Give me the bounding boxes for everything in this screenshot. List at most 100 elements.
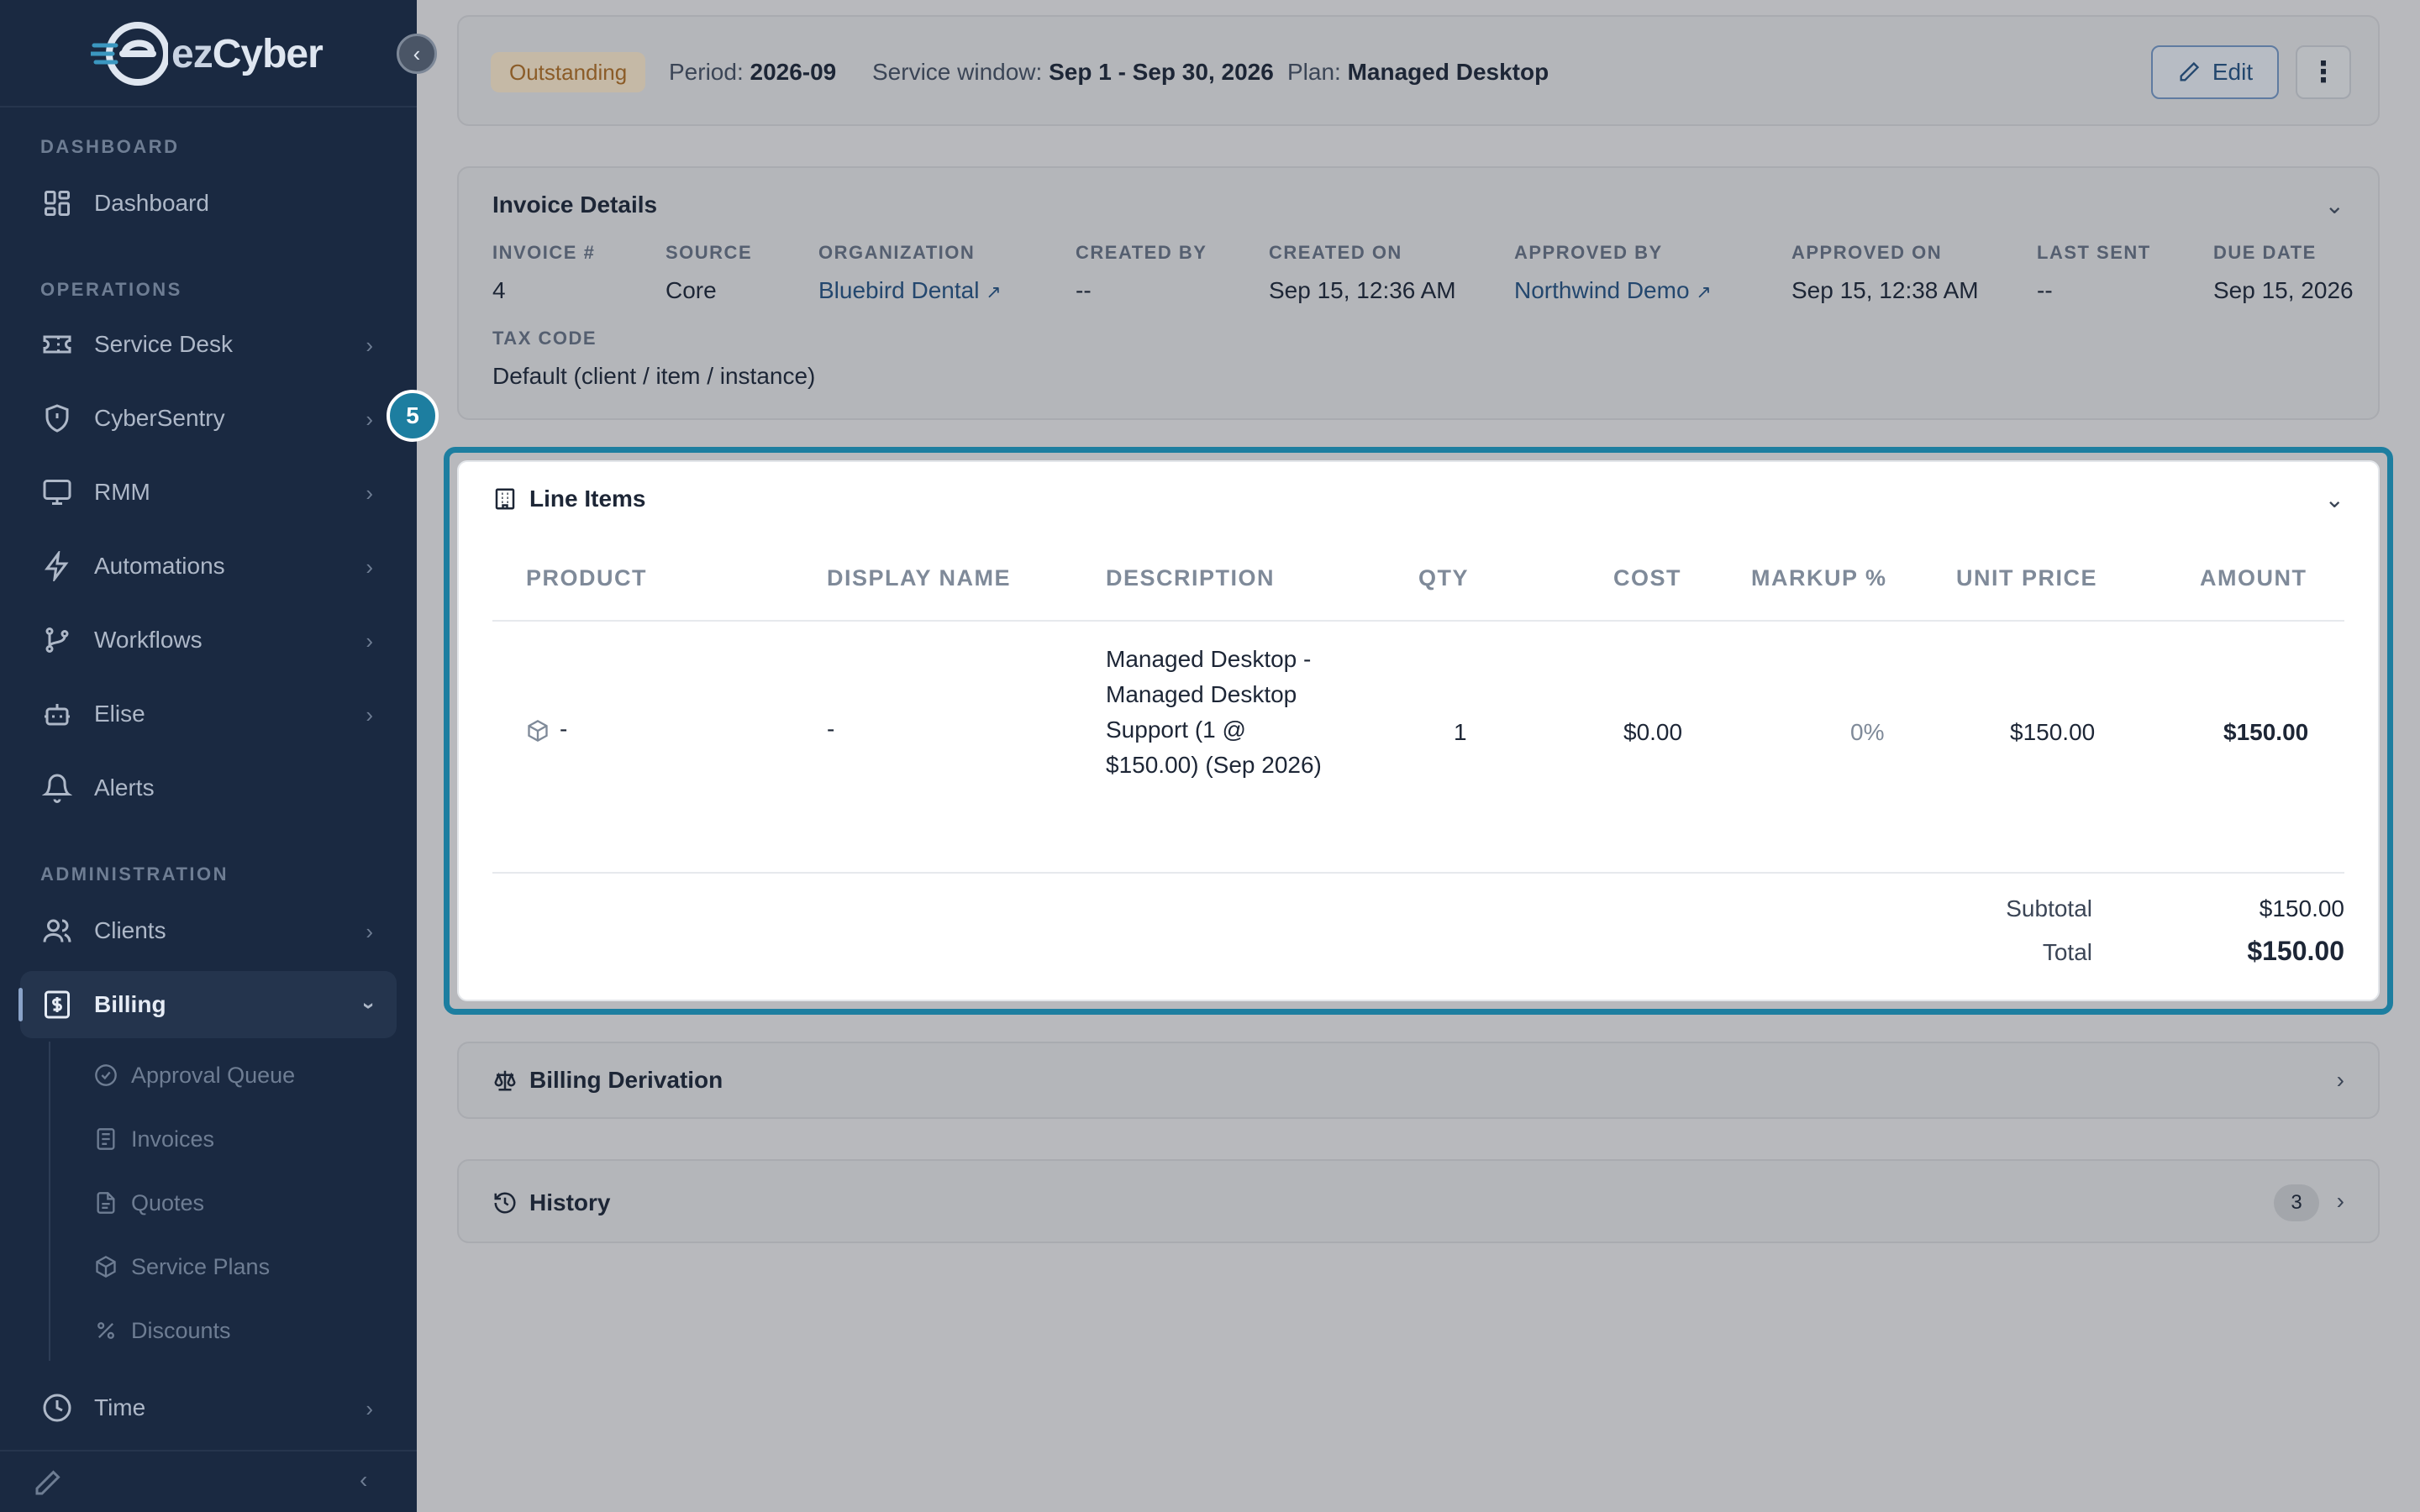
invoice-status-bar: Outstanding Period: 2026-09 Service wind… <box>457 15 2380 126</box>
sidebar-subitem-label: Quotes <box>131 1189 205 1215</box>
column-header-amount[interactable]: AMOUNT <box>2200 565 2307 591</box>
check-circle-icon <box>94 1063 118 1087</box>
logo-row: ezCyber <box>0 0 417 108</box>
sidebar-item-cybersentry[interactable]: CyberSentry › <box>20 385 397 452</box>
sidebar-subitem-label: Discounts <box>131 1317 231 1343</box>
chevron-right-icon: › <box>366 554 373 580</box>
users-icon <box>40 914 74 948</box>
clock-icon <box>40 1391 74 1425</box>
field-due-date: DUE DATE Sep 15, 2026 <box>2213 242 2354 303</box>
cell-markup: 0% <box>1850 719 1885 745</box>
sidebar-item-billing[interactable]: Billing › <box>18 971 397 1038</box>
service-window-meta: Service window: Sep 1 - Sep 30, 2026 <box>872 59 1274 85</box>
subtotal-value: $150.00 <box>2259 895 2344 921</box>
history-title: History <box>492 1189 610 1216</box>
field-source: SOURCE Core <box>666 242 753 303</box>
field-approved-on: APPROVED ON Sep 15, 12:38 AM <box>1791 242 1979 303</box>
column-header-description[interactable]: DESCRIPTION <box>1106 565 1275 591</box>
chevron-left-icon: ‹ <box>413 40 421 66</box>
section-label-dashboard: DASHBOARD <box>40 136 180 157</box>
chevron-down-icon[interactable]: ⌄ <box>2325 486 2344 513</box>
section-label-operations: OPERATIONS <box>40 279 182 300</box>
sidebar-footer: ‹ <box>0 1450 417 1512</box>
column-header-unit-price[interactable]: UNIT PRICE <box>1956 565 2097 591</box>
receipt-dollar-icon <box>40 988 74 1021</box>
plan-meta: Plan: Managed Desktop <box>1287 59 1549 85</box>
sidebar-subitem-label: Approval Queue <box>131 1062 296 1088</box>
sidebar-item-elise[interactable]: Elise › <box>20 680 397 748</box>
history-count-badge: 3 <box>2274 1184 2319 1221</box>
sidebar-item-service-desk[interactable]: Service Desk › <box>20 311 397 378</box>
pencil-icon <box>2180 61 2200 81</box>
sidebar-item-label: Clients <box>94 917 166 943</box>
invoice-details-card: Invoice Details ⌄ INVOICE #4 SOURCE Core … <box>457 166 2380 420</box>
status-badge: Outstanding <box>491 52 646 92</box>
collapse-sidebar-icon[interactable]: ‹ <box>360 1467 367 1494</box>
column-header-qty[interactable]: QTY <box>1418 565 1469 591</box>
chevron-right-icon: › <box>366 919 373 944</box>
pencil-icon[interactable] <box>32 1468 62 1499</box>
cell-qty: 1 <box>1454 719 1467 745</box>
sidebar-item-label: RMM <box>94 479 150 505</box>
chevron-right-icon: › <box>366 407 373 432</box>
grid-icon <box>40 186 74 220</box>
chevron-right-icon: › <box>366 702 373 727</box>
sidebar-item-rmm[interactable]: RMM › <box>20 459 397 526</box>
sidebar-item-label: Elise <box>94 701 145 727</box>
sidebar-item-label: Time <box>94 1394 146 1420</box>
edit-button[interactable]: Edit <box>2151 45 2279 99</box>
cell-cost: $0.00 <box>1623 719 1683 745</box>
sidebar-item-alerts[interactable]: Alerts <box>20 754 397 822</box>
git-branch-icon <box>40 623 74 657</box>
sidebar-subitem-quotes[interactable]: Quotes <box>94 1178 204 1228</box>
period-meta: Period: 2026-09 <box>669 59 837 85</box>
sidebar-item-label: Dashboard <box>94 190 209 216</box>
total-value: $150.00 <box>2247 936 2344 966</box>
invoice-details-title[interactable]: Invoice Details <box>492 192 657 218</box>
sidebar-subitem-invoices[interactable]: Invoices <box>94 1114 214 1164</box>
brand-name: ezCyber <box>171 31 324 76</box>
line-items-title[interactable]: Line Items <box>492 486 645 512</box>
sidebar-item-label: Workflows <box>94 627 203 653</box>
column-header-cost[interactable]: COST <box>1613 565 1681 591</box>
organization-link[interactable]: Bluebird Dental ↗ <box>818 277 1002 304</box>
sidebar-item-clients[interactable]: Clients › <box>20 897 397 964</box>
sidebar-subitem-service-plans[interactable]: Service Plans <box>94 1242 270 1292</box>
billing-derivation-card[interactable]: Billing Derivation › <box>457 1042 2380 1119</box>
history-icon <box>494 1192 516 1214</box>
sidebar-subitem-label: Service Plans <box>131 1253 271 1279</box>
field-created-by: CREATED BY -- <box>1076 242 1207 303</box>
history-card[interactable]: History 3 › <box>457 1159 2380 1243</box>
chevron-right-icon: › <box>366 480 373 506</box>
sidebar-collapse-button[interactable]: ‹ <box>397 34 437 74</box>
chevron-right-icon: › <box>366 1396 373 1421</box>
field-invoice-number: INVOICE #4 <box>492 242 596 303</box>
brand-logo[interactable]: ezCyber <box>88 20 324 87</box>
sidebar-item-label: Alerts <box>94 774 155 801</box>
sidebar-item-automations[interactable]: Automations › <box>20 533 397 600</box>
sidebar-item-label: CyberSentry <box>94 405 225 431</box>
external-link-icon: ↗ <box>986 281 1002 302</box>
sidebar-item-dashboard[interactable]: Dashboard <box>20 170 397 237</box>
tour-step-badge: 5 <box>387 390 439 442</box>
sidebar-item-time[interactable]: Time › <box>20 1374 397 1441</box>
sidebar-item-label: Service Desk <box>94 331 233 357</box>
more-options-button[interactable]: ⋮ <box>2296 45 2351 99</box>
section-label-administration: ADMINISTRATION <box>40 864 229 885</box>
field-organization: ORGANIZATION Bluebird Dental ↗ <box>818 242 1002 304</box>
column-header-display-name[interactable]: DISPLAY NAME <box>827 565 1011 591</box>
file-text-icon <box>94 1191 118 1215</box>
cell-display-name: - <box>827 716 835 742</box>
sidebar-item-workflows[interactable]: Workflows › <box>20 606 397 674</box>
field-tax-code: TAX CODE Default (client / item / instanc… <box>492 328 816 389</box>
total-label: Total <box>2042 939 2092 965</box>
sidebar-subitem-approval-queue[interactable]: Approval Queue <box>94 1050 295 1100</box>
approved-by-link[interactable]: Northwind Demo ↗ <box>1514 277 1712 304</box>
sidebar-subitem-discounts[interactable]: Discounts <box>94 1305 231 1356</box>
cell-unit-price: $150.00 <box>2010 719 2096 745</box>
column-header-markup[interactable]: MARKUP % <box>1751 565 1887 591</box>
column-header-product[interactable]: PRODUCT <box>526 565 647 591</box>
billing-derivation-title: Billing Derivation <box>492 1067 723 1094</box>
field-created-on: CREATED ON Sep 15, 12:36 AM <box>1269 242 1456 303</box>
chevron-down-icon[interactable]: ⌄ <box>2325 192 2344 219</box>
